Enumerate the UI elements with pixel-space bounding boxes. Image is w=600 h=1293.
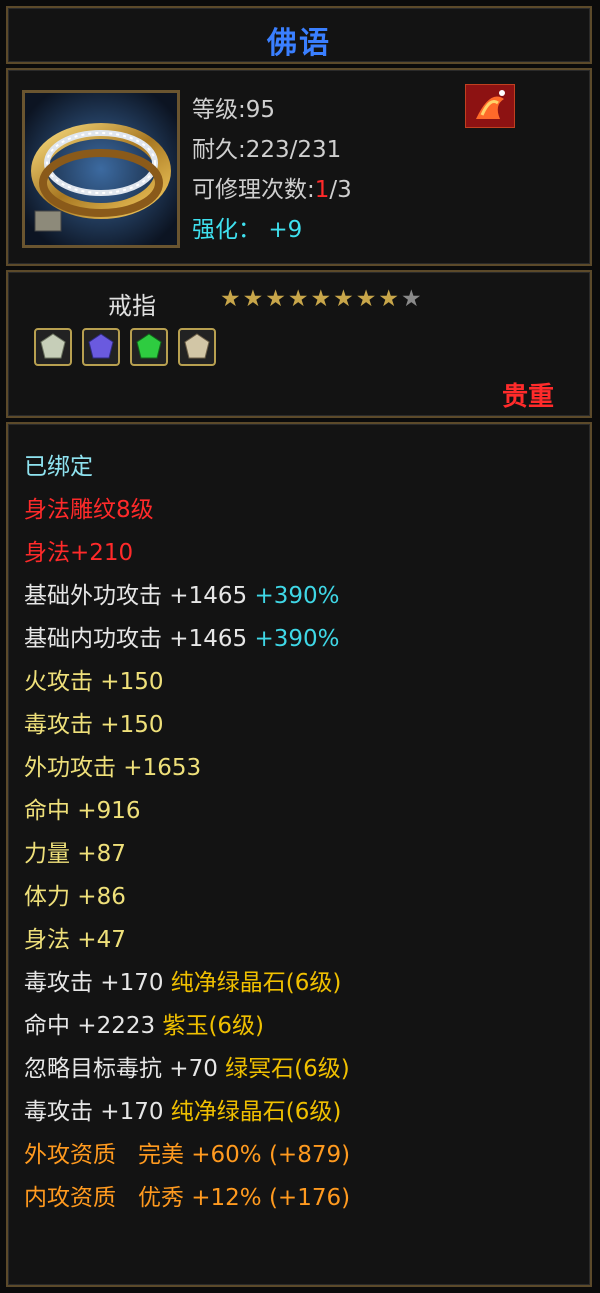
star-filled-icon: ★ xyxy=(355,286,379,312)
gem-slot-4[interactable] xyxy=(178,328,216,366)
item-quality: 贵重 xyxy=(501,382,554,412)
title-panel: 佛语 xyxy=(6,6,592,64)
star-filled-icon: ★ xyxy=(287,286,311,312)
attribute-list: 已绑定 身法雕纹8级 身法+210 基础外功攻击 +1465 +390% 基础内… xyxy=(24,446,350,1220)
item-type: 戒指 xyxy=(108,292,156,320)
gem4-line: 毒攻击 +170 纯净绿晶石(6级) xyxy=(24,1099,342,1125)
repair-colon: : xyxy=(307,177,315,203)
strength-line: 力量 +87 xyxy=(24,841,126,867)
inner-base-attack-line: 基础内功攻击 +1465 +390% xyxy=(24,626,340,652)
gem-slot-3[interactable] xyxy=(130,328,168,366)
star-empty-icon: ★ xyxy=(401,286,424,312)
star-filled-icon: ★ xyxy=(265,286,288,312)
gem2-line: 命中 +2223 紫玉(6级) xyxy=(24,1013,265,1039)
item-type-panel: 戒指 ★★★★★★★★★ 贵重 xyxy=(6,270,592,418)
gem-green-icon xyxy=(136,333,162,359)
inner-aptitude-line: 内攻资质 优秀 +12% (+176) xyxy=(24,1185,351,1211)
durability-line: 耐久:223/231 xyxy=(192,137,342,163)
level-line: 等级:95 xyxy=(192,97,276,123)
gem-white-icon xyxy=(184,333,210,359)
repair-count: 1 xyxy=(314,177,330,203)
stamina-line: 体力 +86 xyxy=(24,884,126,910)
gem-white-icon xyxy=(40,333,66,359)
outer-aptitude-line: 外攻资质 完美 +60% (+879) xyxy=(24,1142,351,1168)
item-basic-info: 等级:95 耐久:223/231 可修理次数:1/3 强化： +9 xyxy=(192,90,352,250)
hit-line: 命中 +916 xyxy=(24,798,141,824)
outer-attack-line: 外功攻击 +1653 xyxy=(24,755,202,781)
item-icon[interactable] xyxy=(22,90,180,248)
item-header-panel: 等级:95 耐久:223/231 可修理次数:1/3 强化： +9 xyxy=(6,68,592,266)
rank-badge-icon xyxy=(465,84,515,128)
outer-base-attack-line: 基础外功攻击 +1465 +390% xyxy=(24,583,340,609)
repair-line: 可修理次数:1/3 xyxy=(192,177,352,203)
bound-status: 已绑定 xyxy=(24,454,93,480)
star-filled-icon: ★ xyxy=(242,286,266,312)
item-name-title: 佛语 xyxy=(267,26,331,61)
star-rating: ★★★★★★★★★ xyxy=(220,286,424,312)
star-filled-icon: ★ xyxy=(333,286,356,312)
gem-slot-1[interactable] xyxy=(34,328,72,366)
gem3-line: 忽略目标毒抗 +70 绿冥石(6级) xyxy=(24,1056,350,1082)
star-filled-icon: ★ xyxy=(310,286,334,312)
ring-icon xyxy=(25,93,177,245)
star-filled-icon: ★ xyxy=(220,286,243,312)
gem-purple-icon xyxy=(88,333,114,359)
star-filled-icon: ★ xyxy=(378,286,401,312)
enhance-line: 强化： +9 xyxy=(192,217,303,243)
gem-slot-2[interactable] xyxy=(82,328,120,366)
poison-attack-line: 毒攻击 +150 xyxy=(24,712,164,738)
agility-bonus-line: 身法+210 xyxy=(24,540,134,566)
agility-line: 身法 +47 xyxy=(24,927,126,953)
attributes-panel: 已绑定 身法雕纹8级 身法+210 基础外功攻击 +1465 +390% 基础内… xyxy=(6,422,592,1287)
fire-attack-line: 火攻击 +150 xyxy=(24,669,164,695)
engraving-line: 身法雕纹8级 xyxy=(24,497,154,523)
gem1-line: 毒攻击 +170 纯净绿晶石(6级) xyxy=(24,970,342,996)
